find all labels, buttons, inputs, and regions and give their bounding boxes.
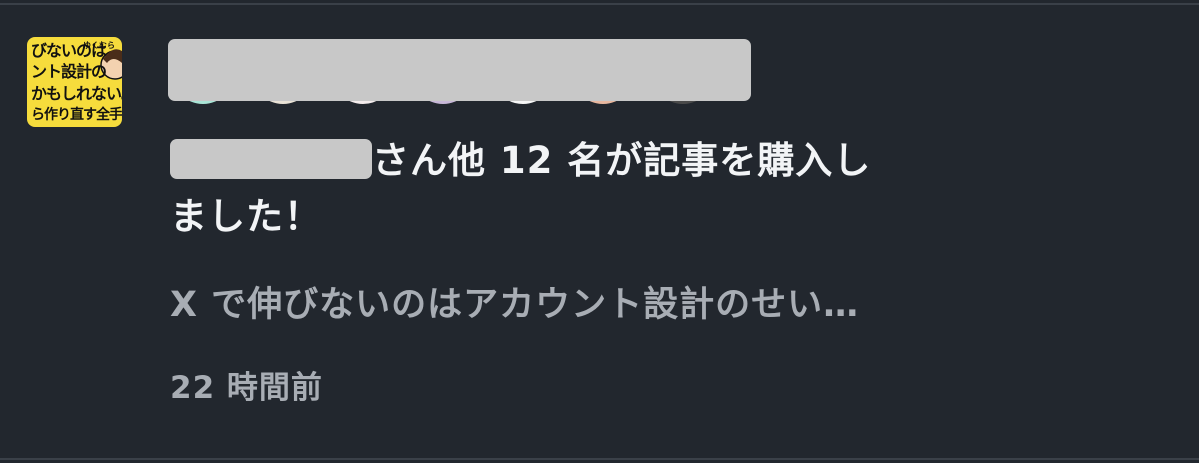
thumbnail-title-line-4: ら作り直す全手 <box>31 107 122 123</box>
article-title-link[interactable]: X で伸びないのはアカウント設計のせい… <box>170 277 859 333</box>
thumbnail-title-line-2: ント設計の <box>31 62 107 81</box>
message-line-2: ました！ <box>170 195 322 238</box>
bottom-divider <box>0 458 1199 460</box>
redacted-buyer-name <box>170 139 372 179</box>
purchase-notification[interactable]: ゆくむら びないのは ント設計の かもしれない。 ら作り直す全手 さん他 12 … <box>0 5 1199 458</box>
purchase-message: さん他 12 名が記事を購入し ました！ <box>170 133 970 245</box>
article-thumbnail[interactable]: ゆくむら びないのは ント設計の かもしれない。 ら作り直す全手 <box>27 37 122 127</box>
message-line-1-text: さん他 12 名が記事を購入し <box>372 139 872 182</box>
redacted-buyer-names <box>168 39 751 101</box>
thumbnail-title-line-1: びないのは <box>31 41 107 60</box>
thumbnail-title-line-3: かもしれない。 <box>31 84 122 103</box>
message-line-1: さん他 12 名が記事を購入し <box>170 133 970 189</box>
notification-timestamp: 22 時間前 <box>170 370 323 406</box>
